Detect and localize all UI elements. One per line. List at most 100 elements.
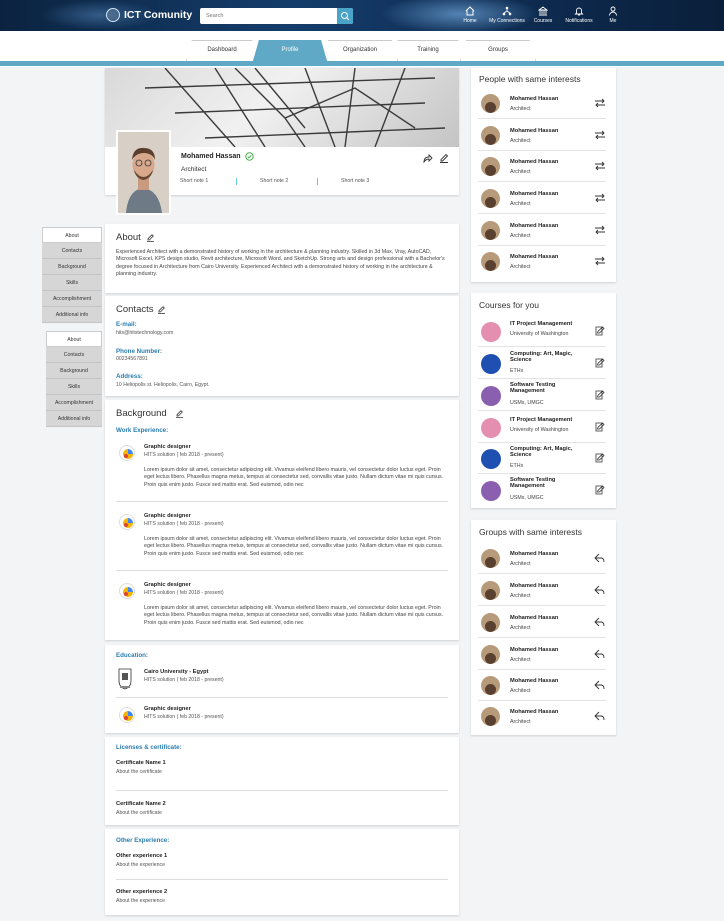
section-nav-accomplishment[interactable]: Accomplishment (46, 395, 102, 411)
person-role: Architect (510, 264, 531, 270)
person-item[interactable]: Mohamed Hassan Architect (478, 215, 606, 246)
section-nav-background[interactable]: Background (42, 259, 102, 275)
enroll-icon[interactable] (594, 326, 606, 336)
edit-profile-icon[interactable] (439, 153, 449, 163)
enroll-icon[interactable] (594, 358, 606, 368)
avatar (481, 189, 500, 208)
address-value: 10 Heliopolis st. Heliopolis, Cairo, Egy… (116, 382, 210, 388)
person-item[interactable]: Mohamed Hassan Architect (478, 88, 606, 119)
person-role: Architect (510, 138, 531, 144)
section-nav-about[interactable]: About (42, 227, 102, 243)
nav-connections-label: My Connections (489, 18, 525, 24)
email-value[interactable]: hits@hitstechnology.com (116, 330, 173, 336)
person-role: Architect (510, 106, 531, 112)
group-item[interactable]: Mohamed Hassan Architect (478, 543, 606, 574)
course-item[interactable]: Software Testing Management USMx, UMGC (478, 380, 606, 411)
tab-groups[interactable]: Groups (460, 40, 536, 61)
edit-background-icon[interactable] (175, 409, 184, 418)
group-name: Mohamed Hassan (510, 709, 559, 715)
section-nav-background[interactable]: Background (46, 363, 102, 379)
course-item[interactable]: IT Project Management University of Washi… (478, 316, 606, 347)
person-item[interactable]: Mohamed Hassan Architect (478, 246, 606, 277)
section-nav-skills[interactable]: Skills (46, 379, 102, 395)
search-button[interactable] (337, 8, 353, 24)
short-note-2: Short note 2 (260, 178, 289, 184)
other-experience-name: Other experience 1 (116, 853, 168, 859)
section-nav-skills[interactable]: Skills (42, 275, 102, 291)
email-label: E-mail: (116, 321, 137, 328)
tab-dashboard[interactable]: Dashboard (186, 40, 258, 61)
section-nav-contacts[interactable]: Contacts (46, 347, 102, 363)
person-item[interactable]: Mohamed Hassan Architect (478, 151, 606, 182)
group-item[interactable]: Mohamed Hassan Architect (478, 701, 606, 732)
edit-contacts-icon[interactable] (157, 305, 166, 314)
enroll-icon[interactable] (594, 453, 606, 463)
swap-icon[interactable] (594, 193, 606, 203)
section-nav-additional-info[interactable]: Additional info (42, 307, 102, 323)
tab-groups-label: Groups (488, 47, 508, 53)
profile-photo[interactable] (116, 130, 171, 215)
tab-organization[interactable]: Organization (322, 40, 398, 61)
reply-icon[interactable] (594, 553, 606, 563)
section-nav-additional-info[interactable]: Additional info (46, 411, 102, 427)
tab-profile[interactable]: Profile (253, 40, 327, 61)
course-item[interactable]: Computing: Art, Magic, Science ETHx (478, 348, 606, 379)
share-icon[interactable] (422, 153, 433, 163)
background-card (105, 400, 459, 640)
reply-icon[interactable] (594, 617, 606, 627)
swap-icon[interactable] (594, 161, 606, 171)
course-item[interactable]: Computing: Art, Magic, Science ETHx (478, 443, 606, 474)
reply-icon[interactable] (594, 711, 606, 721)
company-logo-icon (119, 583, 135, 599)
swap-icon[interactable] (594, 130, 606, 140)
nav-home[interactable]: Home (450, 6, 490, 24)
course-item[interactable]: Software Testing Management USMx, UMGC (478, 475, 606, 506)
section-nav-about[interactable]: About (46, 331, 102, 347)
edit-about-icon[interactable] (146, 233, 155, 242)
nav-me[interactable]: Me (593, 6, 633, 24)
swap-icon[interactable] (594, 225, 606, 235)
other-experience-name: Other experience 2 (116, 889, 168, 895)
person-item[interactable]: Mohamed Hassan Architect (478, 183, 606, 214)
group-name: Mohamed Hassan (510, 678, 559, 684)
reply-icon[interactable] (594, 680, 606, 690)
enroll-icon[interactable] (594, 485, 606, 495)
avatar (481, 157, 500, 176)
course-provider: ETHx (510, 368, 524, 374)
about-title: About (116, 232, 141, 243)
group-item[interactable]: Mohamed Hassan Architect (478, 670, 606, 701)
reply-icon[interactable] (594, 649, 606, 659)
group-item[interactable]: Mohamed Hassan Architect (478, 639, 606, 670)
avatar (481, 126, 500, 145)
group-role: Architect (510, 625, 531, 631)
nav-connections[interactable]: My Connections (487, 6, 527, 24)
app-name[interactable]: ICT Comunity (124, 9, 192, 21)
group-item[interactable]: Mohamed Hassan Architect (478, 575, 606, 606)
person-item[interactable]: Mohamed Hassan Architect (478, 120, 606, 151)
background-title: Background (116, 408, 167, 419)
search-input[interactable] (200, 8, 336, 24)
person-name: Mohamed Hassan (510, 96, 559, 102)
nav-courses[interactable]: Courses (523, 6, 563, 24)
person-name: Mohamed Hassan (510, 254, 559, 260)
company-logo-icon (119, 514, 135, 530)
swap-icon[interactable] (594, 256, 606, 266)
company-logo-icon (119, 445, 135, 461)
group-item[interactable]: Mohamed Hassan Architect (478, 607, 606, 638)
education-label: Education: (116, 652, 148, 659)
logo-icon[interactable] (106, 8, 120, 22)
certificate-name: Certificate Name 1 (116, 760, 166, 766)
enroll-icon[interactable] (594, 390, 606, 400)
courses-icon (538, 6, 548, 16)
section-nav-secondary: About Contacts Background Skills Accompl… (46, 331, 102, 427)
swap-icon[interactable] (594, 98, 606, 108)
section-nav-accomplishment[interactable]: Accomplishment (42, 291, 102, 307)
tab-training[interactable]: Training (392, 40, 464, 61)
verified-icon (245, 152, 254, 161)
education-title: Graphic designer (144, 706, 191, 712)
course-item[interactable]: IT Project Management University of Washi… (478, 412, 606, 443)
job-company: HITS solution ( feb 2018 - present) (144, 521, 224, 527)
reply-icon[interactable] (594, 585, 606, 595)
section-nav-contacts[interactable]: Contacts (42, 243, 102, 259)
enroll-icon[interactable] (594, 422, 606, 432)
